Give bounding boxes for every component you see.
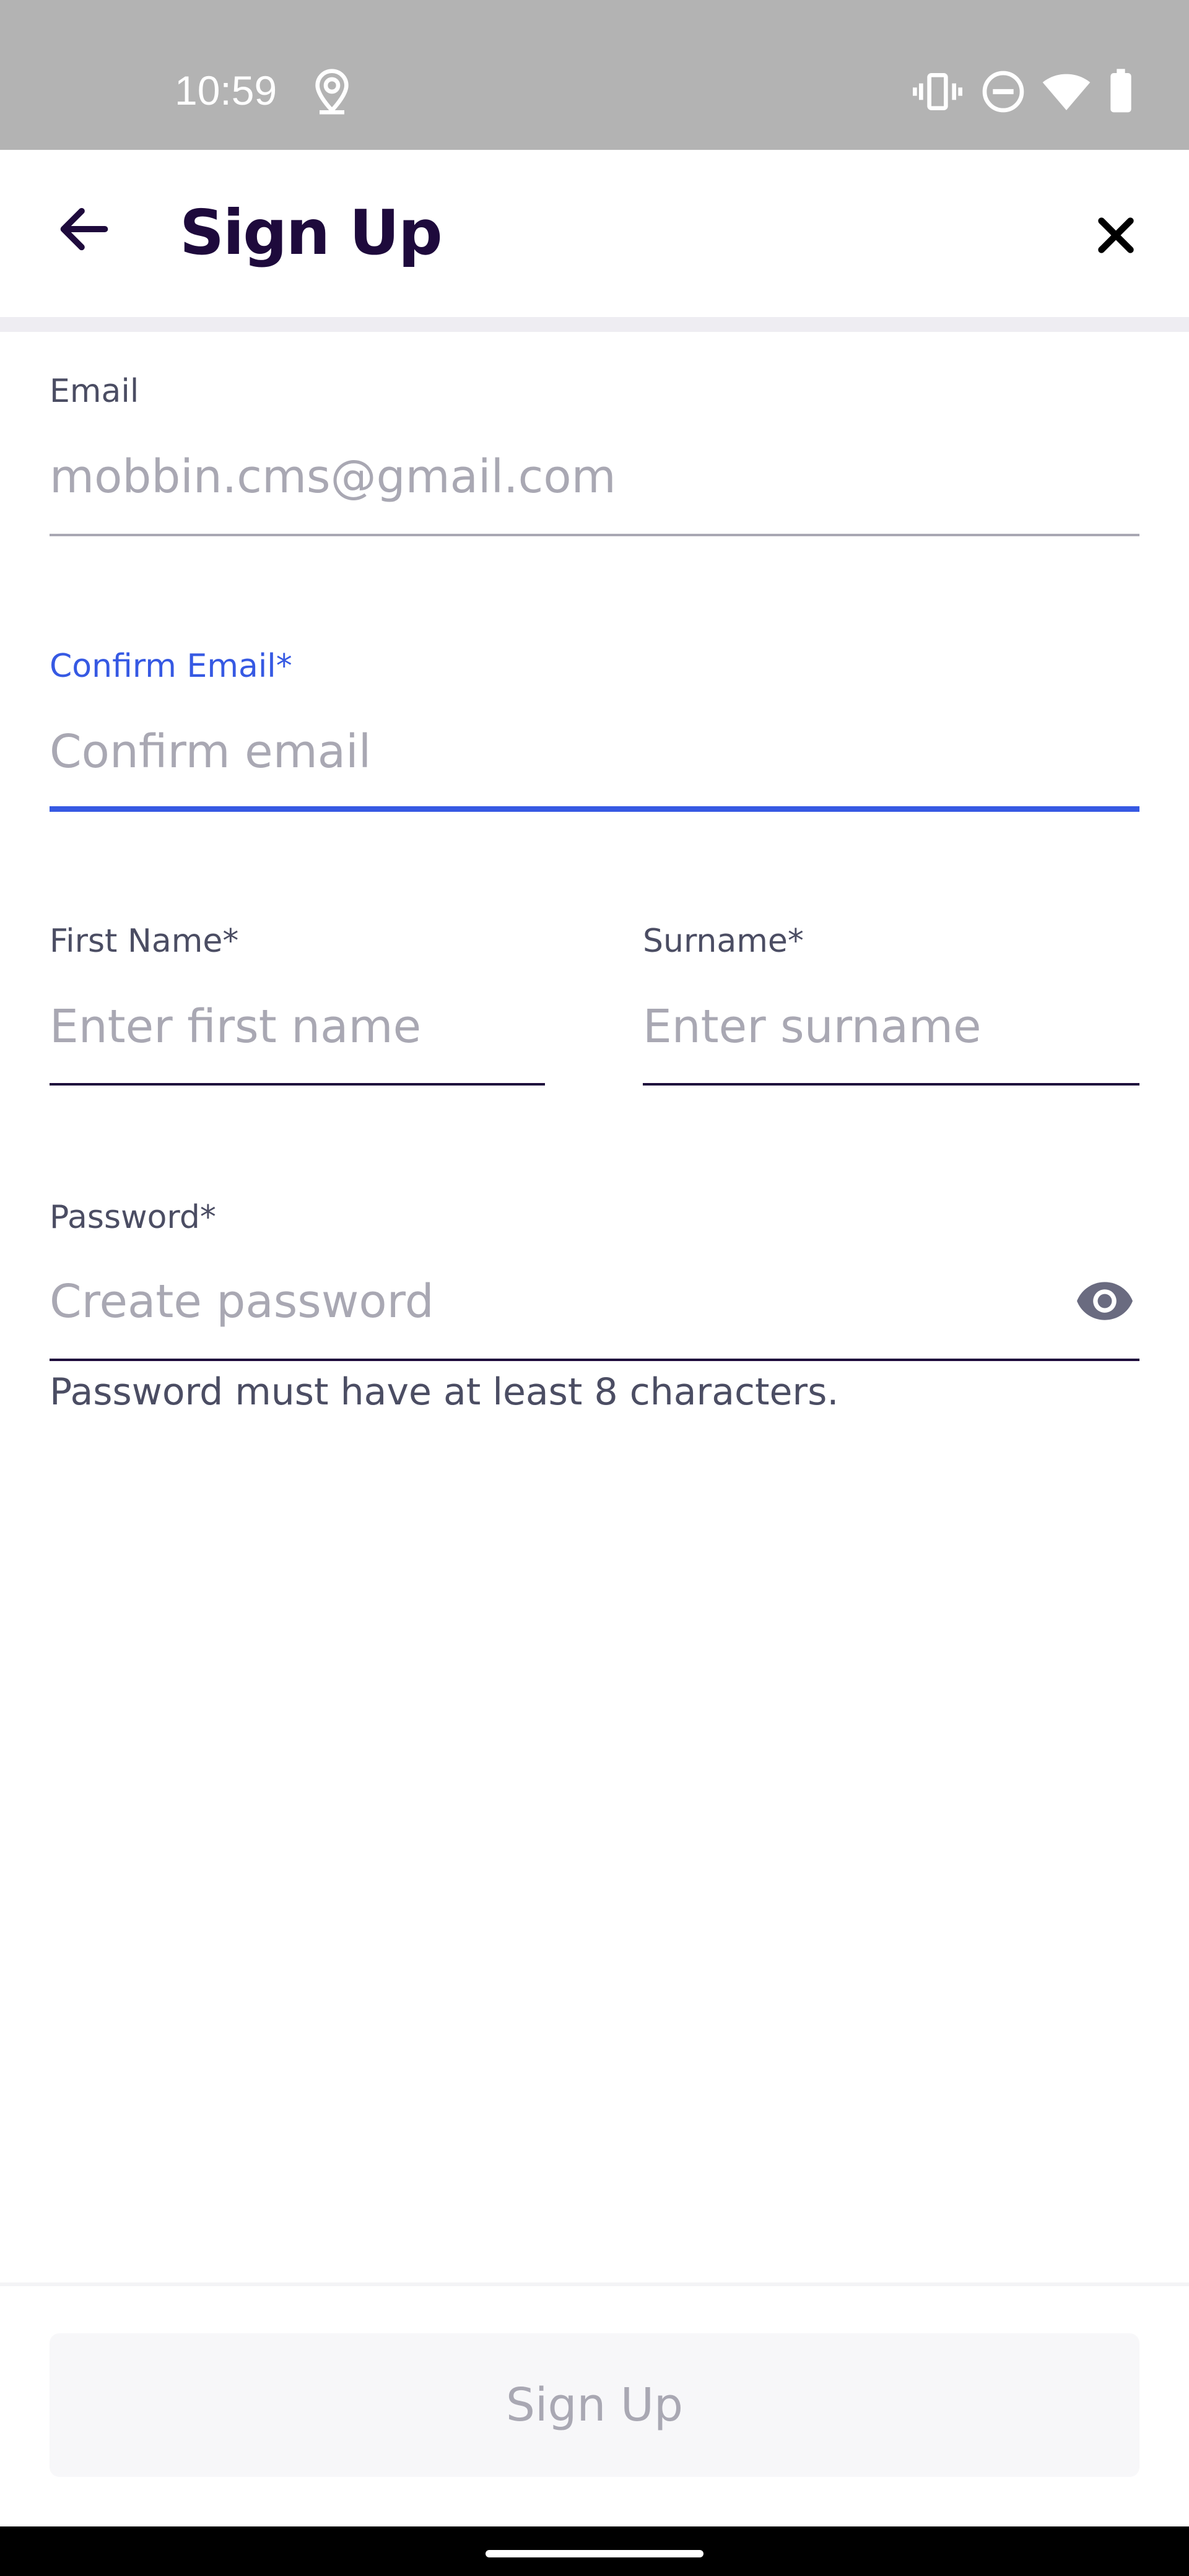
- email-field[interactable]: [50, 446, 1139, 508]
- password-underline: [50, 1359, 1139, 1361]
- password-label: Password*: [50, 1199, 216, 1236]
- home-handle[interactable]: [486, 2550, 703, 2557]
- first-name-label: First Name*: [50, 923, 239, 960]
- confirm-email-label: Confirm Email*: [50, 648, 292, 685]
- first-name-field[interactable]: [50, 996, 545, 1058]
- email-underline: [50, 534, 1139, 536]
- password-field[interactable]: [50, 1271, 1040, 1333]
- location-icon: [315, 69, 349, 115]
- close-icon[interactable]: [1091, 211, 1141, 260]
- vibrate-icon: [913, 73, 962, 110]
- surname-label: Surname*: [643, 923, 804, 960]
- confirm-email-underline: [50, 806, 1139, 812]
- surname-underline: [643, 1083, 1139, 1086]
- header-divider: [0, 317, 1189, 332]
- sign-up-button[interactable]: Sign Up: [50, 2333, 1139, 2477]
- battery-icon: [1110, 69, 1131, 113]
- password-helper-text: Password must have at least 8 characters…: [50, 1370, 839, 1414]
- surname-field[interactable]: [643, 996, 1139, 1058]
- first-name-underline: [50, 1083, 545, 1086]
- page-title: Sign Up: [180, 196, 443, 269]
- do-not-disturb-icon: [982, 71, 1024, 113]
- arrow-left-icon[interactable]: [53, 198, 115, 260]
- header: [0, 150, 1189, 316]
- email-label: Email: [50, 373, 139, 410]
- eye-icon[interactable]: [1074, 1272, 1136, 1328]
- confirm-email-field[interactable]: [50, 721, 1139, 783]
- status-time: 10:59: [175, 67, 277, 113]
- wifi-icon: [1042, 74, 1091, 110]
